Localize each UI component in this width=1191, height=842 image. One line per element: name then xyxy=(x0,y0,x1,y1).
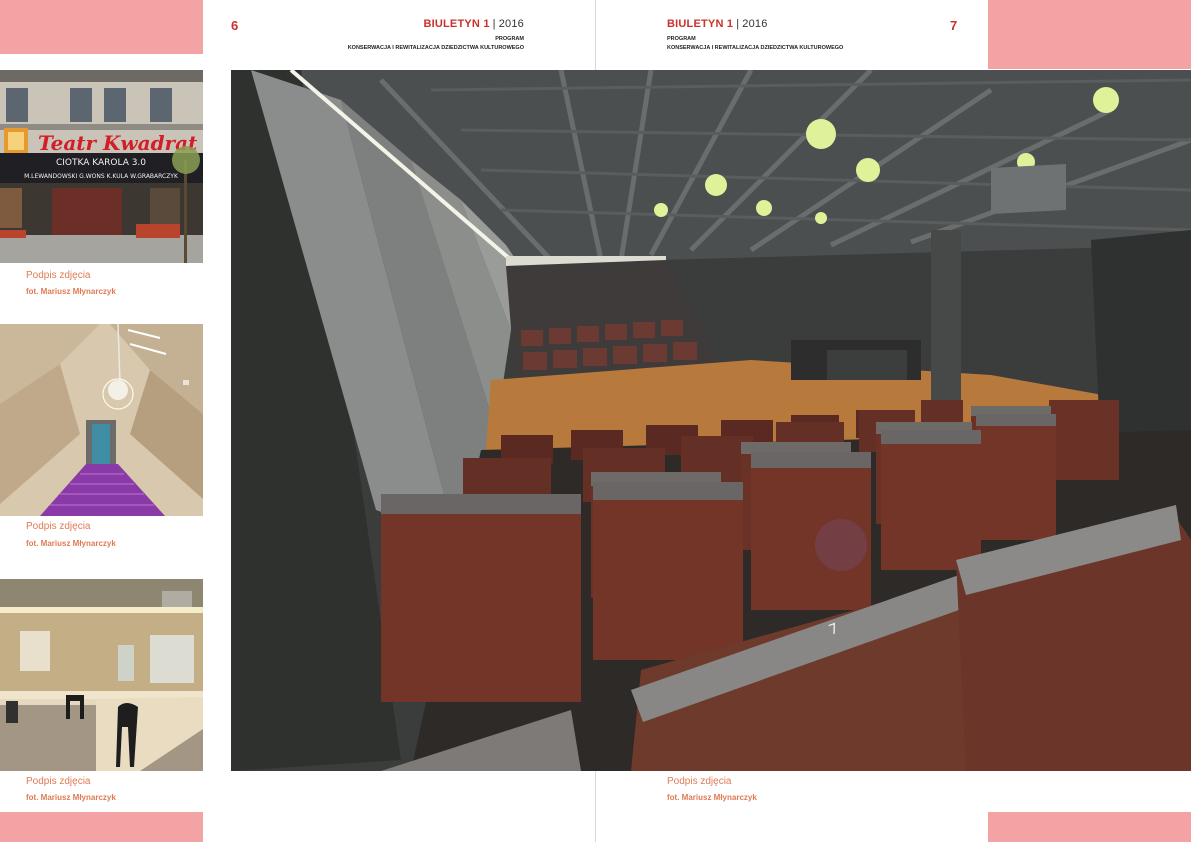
facade-credit: fot. Mariusz Młynarczyk xyxy=(26,287,116,296)
right-program-label: PROGRAM xyxy=(667,36,696,42)
dressing-room-caption: Podpis zdjęcia xyxy=(26,776,91,787)
facade-caption: Podpis zdjęcia xyxy=(26,270,91,281)
left-program-label: PROGRAM xyxy=(495,36,524,42)
auditorium-credit: fot. Mariusz Młynarczyk xyxy=(667,793,757,802)
left-brand: BIULETYN 1 xyxy=(423,18,490,30)
marquee-cast: M.LEWANDOWSKI G.WONS K.KULA W.GRABARCZYK xyxy=(24,173,179,180)
left-program-subtitle: KONSERWACJA I REWITALIZACJA DZIEDZICTWA … xyxy=(347,45,524,51)
auditorium-photo: 7 xyxy=(231,70,1191,771)
dressing-room-photo xyxy=(0,579,203,771)
marquee-title: CIOTKA KAROLA 3.0 xyxy=(56,158,146,168)
staircase-caption: Podpis zdjęcia xyxy=(26,521,91,532)
pink-band-bottom-left xyxy=(0,812,203,842)
left-separator: | xyxy=(492,18,496,30)
theatre-facade-photo: Teatr Kwadrat CIOTKA KAROLA 3.0 M.LEWAND… xyxy=(0,70,203,263)
left-running-header: BIULETYN 1 | 2016 xyxy=(423,18,524,30)
staircase-photo xyxy=(0,324,203,516)
pink-band-bottom-right xyxy=(988,812,1191,842)
dressing-room-credit: fot. Mariusz Młynarczyk xyxy=(26,793,116,802)
staircase-credit: fot. Mariusz Młynarczyk xyxy=(26,539,116,548)
right-brand: BIULETYN 1 xyxy=(667,18,734,30)
theatre-sign: Teatr Kwadrat xyxy=(38,131,198,155)
right-running-header: BIULETYN 1 | 2016 xyxy=(667,18,768,30)
left-year: 2016 xyxy=(498,18,524,30)
right-year: 2016 xyxy=(742,18,768,30)
right-page-number: 7 xyxy=(950,18,958,33)
right-program-subtitle: KONSERWACJA I REWITALIZACJA DZIEDZICTWA … xyxy=(667,45,844,51)
pink-band-top-left xyxy=(0,0,203,54)
left-page-number: 6 xyxy=(231,18,239,33)
pink-band-top-right xyxy=(988,0,1191,69)
right-separator: | xyxy=(736,18,740,30)
auditorium-caption: Podpis zdjęcia xyxy=(667,776,732,787)
